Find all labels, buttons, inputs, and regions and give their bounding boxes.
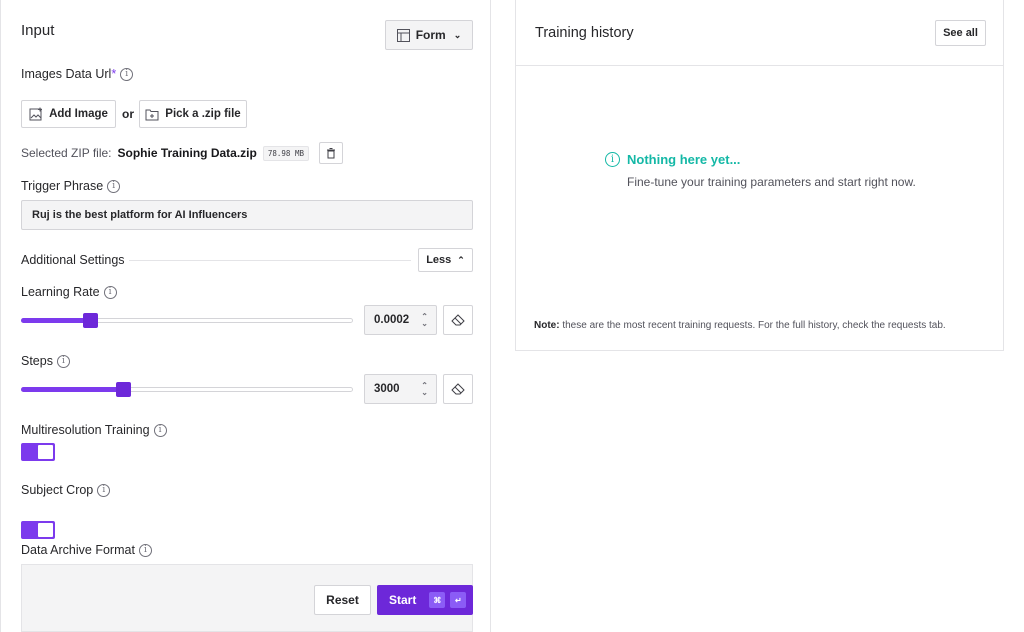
history-header-divider	[516, 65, 1003, 66]
toggle-knob	[38, 523, 53, 537]
info-icon[interactable]: i	[97, 483, 111, 497]
info-icon[interactable]: i	[138, 543, 152, 557]
selected-zip-filename: Sophie Training Data.zip	[117, 146, 257, 160]
add-image-label: Add Image	[49, 108, 108, 120]
info-icon[interactable]: i	[120, 67, 134, 81]
learning-rate-value: 0.0002	[374, 314, 410, 326]
note-text: these are the most recent training reque…	[562, 320, 946, 331]
see-all-label: See all	[943, 27, 978, 39]
start-label: Start	[389, 593, 417, 607]
form-select[interactable]: Form ⌄	[385, 20, 473, 50]
less-toggle-button[interactable]: Less ⌃	[418, 248, 473, 272]
empty-state-title: Nothing here yet...	[627, 152, 741, 167]
steps-slider-track[interactable]	[21, 387, 353, 392]
info-circle-icon: i	[605, 152, 620, 167]
note-prefix: Note:	[534, 320, 560, 331]
data-archive-format-label: Data Archive Format i	[21, 543, 152, 557]
selected-zip-prefix: Selected ZIP file:	[21, 146, 112, 160]
layout-icon	[396, 28, 410, 42]
pick-zip-button[interactable]: Pick a .zip file	[139, 100, 247, 128]
trigger-phrase-label: Trigger Phrase i	[21, 179, 121, 193]
see-all-button[interactable]: See all	[935, 20, 986, 46]
multiresolution-label: Multiresolution Training i	[21, 423, 167, 437]
command-key-icon: ⌘	[429, 592, 446, 608]
subject-crop-text: Subject Crop	[21, 483, 94, 497]
learning-rate-input[interactable]: 0.0002 ⌃ ⌄	[364, 305, 437, 335]
steps-value: 3000	[374, 383, 400, 395]
stepper-icon[interactable]: ⌃ ⌄	[421, 382, 428, 397]
info-icon[interactable]: i	[103, 285, 117, 299]
learning-rate-slider-fill	[21, 318, 91, 323]
or-label: or	[122, 107, 134, 121]
steps-label: Steps i	[21, 354, 70, 368]
learning-rate-text: Learning Rate	[21, 285, 100, 299]
info-icon[interactable]: i	[56, 354, 70, 368]
reset-button[interactable]: Reset	[314, 585, 371, 615]
eraser-icon	[451, 383, 465, 395]
history-note: Note: these are the most recent training…	[534, 320, 946, 331]
form-select-label: Form	[415, 28, 446, 42]
subject-crop-label: Subject Crop i	[21, 483, 111, 497]
input-panel: Input Form ⌄ Images Data Url * i Add Imag…	[0, 0, 491, 632]
learning-rate-label: Learning Rate i	[21, 285, 117, 299]
additional-settings-label: Additional Settings	[21, 253, 125, 267]
steps-slider-fill	[21, 387, 124, 392]
folder-icon	[145, 109, 159, 120]
images-data-url-label: Images Data Url * i	[21, 67, 134, 81]
data-archive-format-text: Data Archive Format	[21, 543, 135, 557]
less-label: Less	[426, 254, 452, 266]
image-add-icon	[29, 107, 43, 121]
trigger-phrase-text: Trigger Phrase	[21, 179, 104, 193]
steps-slider-thumb[interactable]	[116, 382, 131, 397]
additional-settings-divider	[129, 260, 411, 261]
info-icon[interactable]: i	[153, 423, 167, 437]
multiresolution-toggle[interactable]	[21, 443, 55, 461]
trigger-phrase-input[interactable]: Ruj is the best platform for AI Influenc…	[21, 200, 473, 230]
stepper-icon[interactable]: ⌃ ⌄	[421, 313, 428, 328]
steps-reset-button[interactable]	[443, 374, 473, 404]
file-size-badge: 78.98 MB	[262, 145, 309, 161]
delete-zip-button[interactable]	[318, 142, 343, 164]
add-image-button[interactable]: Add Image	[21, 100, 116, 128]
learning-rate-slider-thumb[interactable]	[83, 313, 98, 328]
required-mark: *	[111, 67, 117, 81]
enter-key-icon: ↵	[450, 592, 467, 608]
steps-text: Steps	[21, 354, 53, 368]
learning-rate-slider-track[interactable]	[21, 318, 353, 323]
start-button[interactable]: Start ⌘ ↵	[377, 585, 473, 615]
toggle-knob	[38, 445, 53, 459]
training-history-title: Training history	[535, 25, 634, 41]
images-data-url-text: Images Data Url	[21, 67, 112, 81]
training-history-panel: Training history See all i Nothing here …	[515, 0, 1004, 351]
input-title: Input	[21, 22, 55, 39]
reset-label: Reset	[326, 593, 359, 607]
subject-crop-toggle[interactable]	[21, 521, 55, 539]
chevron-up-icon: ⌃	[457, 254, 465, 265]
steps-input[interactable]: 3000 ⌃ ⌄	[364, 374, 437, 404]
trash-icon	[326, 147, 335, 158]
empty-state-title-row: i Nothing here yet...	[605, 152, 740, 167]
empty-state-text: Fine-tune your training parameters and s…	[627, 175, 916, 189]
selected-zip-row: Selected ZIP file: Sophie Training Data.…	[21, 142, 343, 164]
eraser-icon	[451, 314, 465, 326]
learning-rate-reset-button[interactable]	[443, 305, 473, 335]
chevron-down-icon: ⌄	[453, 29, 462, 40]
pick-zip-label: Pick a .zip file	[165, 108, 241, 120]
info-icon[interactable]: i	[107, 179, 121, 193]
multiresolution-text: Multiresolution Training	[21, 423, 150, 437]
